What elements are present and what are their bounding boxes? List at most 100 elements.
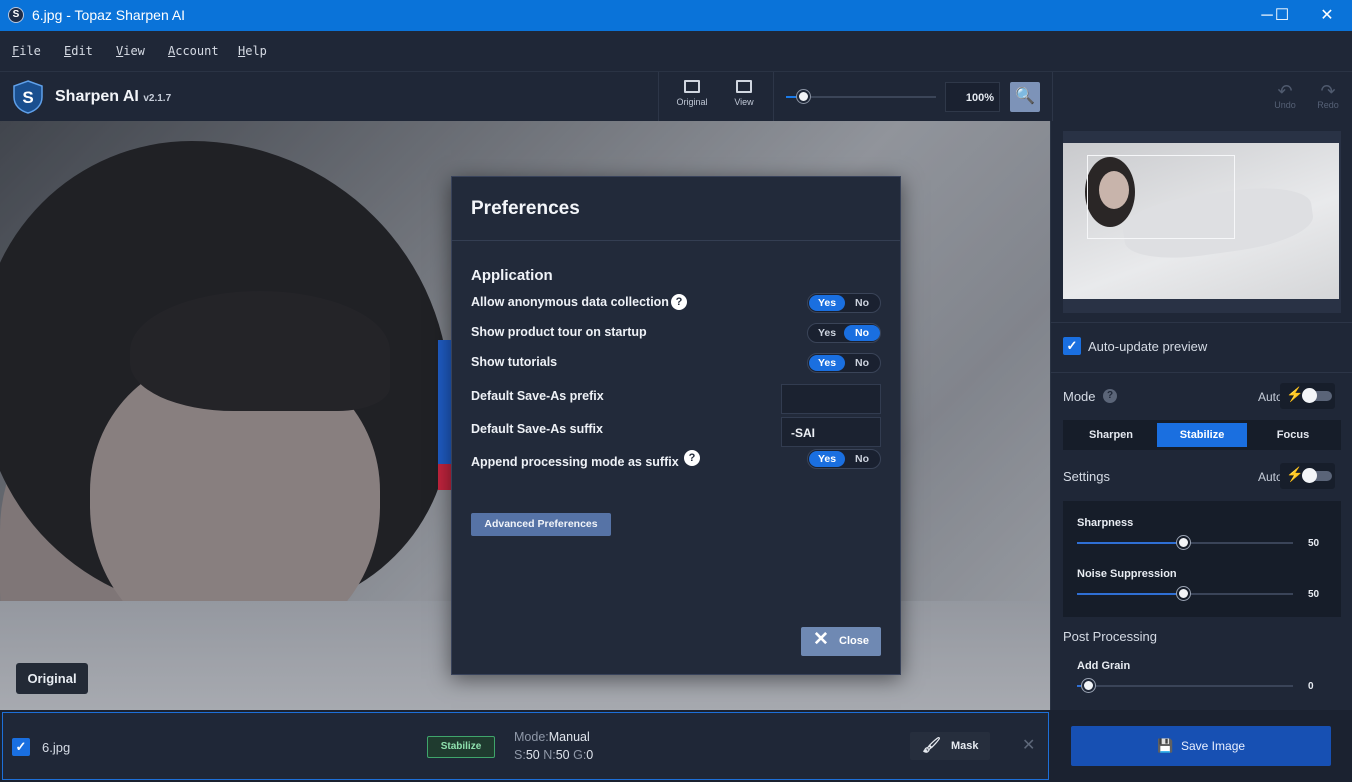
original-toggle-button[interactable]: Original — [16, 663, 88, 694]
save-as-prefix-label: Default Save-As prefix — [471, 389, 604, 403]
save-icon: 💾 — [1157, 738, 1174, 753]
svg-text:S: S — [22, 88, 33, 107]
lightning-icon: ⚡ — [1286, 466, 1304, 482]
advanced-preferences-button[interactable]: Advanced Preferences — [471, 513, 611, 536]
sharpness-label: Sharpness — [1077, 517, 1134, 529]
toolbar-divider — [773, 72, 774, 122]
menu-file[interactable]: File — [12, 44, 41, 58]
mode-auto-switch[interactable]: ⚡ — [1280, 383, 1335, 409]
settings-auto-label: Auto — [1258, 470, 1283, 484]
grain-slider-knob[interactable] — [1082, 679, 1095, 692]
noise-slider-knob[interactable] — [1177, 587, 1190, 600]
settings-auto-switch[interactable]: ⚡ — [1280, 463, 1335, 489]
menu-edit[interactable]: Edit — [64, 44, 93, 58]
mode-badge: Stabilize — [427, 736, 495, 758]
dialog-divider — [452, 240, 900, 241]
redo-icon: ↷ — [1320, 81, 1336, 101]
save-image-label: Save Image — [1181, 739, 1246, 753]
help-icon[interactable]: ? — [684, 450, 700, 466]
redo-button[interactable]: ↷ Redo — [1313, 82, 1343, 110]
batch-bar: ✓ 6.jpg Stabilize Mode:Manual S:50 N:50 … — [0, 710, 1352, 782]
help-icon[interactable]: ? — [1103, 389, 1117, 403]
file-name: 6.jpg — [42, 740, 71, 755]
redo-label: Redo — [1317, 100, 1339, 110]
file-row[interactable]: ✓ 6.jpg Stabilize Mode:Manual S:50 N:50 … — [2, 712, 1049, 780]
sharpness-slider-fill — [1077, 542, 1185, 544]
toggle-no[interactable]: No — [844, 355, 880, 371]
remove-file-icon[interactable]: ✕ — [1022, 735, 1035, 755]
original-view-label: Original — [676, 97, 708, 107]
anon-data-label: Allow anonymous data collection — [471, 295, 669, 309]
lightning-icon: ⚡ — [1286, 386, 1304, 402]
maximize-button[interactable]: ☐ — [1259, 0, 1305, 31]
navigator-thumbnail[interactable] — [1063, 143, 1339, 299]
sharpen-ai-logo-icon: S — [13, 80, 43, 114]
append-mode-toggle[interactable]: Yes No — [807, 449, 881, 469]
menu-view[interactable]: View — [116, 44, 145, 58]
g-key: G: — [573, 748, 587, 762]
toggle-no[interactable]: No — [844, 295, 880, 311]
tab-focus[interactable]: Focus — [1248, 423, 1338, 447]
mode-value: Manual — [548, 730, 590, 744]
save-as-suffix-label: Default Save-As suffix — [471, 422, 603, 436]
tutorials-toggle[interactable]: Yes No — [807, 353, 881, 373]
auto-update-checkbox[interactable]: ✓ — [1063, 337, 1081, 355]
undo-icon: ↶ — [1277, 81, 1293, 101]
tutorials-label: Show tutorials — [471, 355, 558, 369]
help-icon[interactable]: ? — [671, 294, 687, 310]
menu-account[interactable]: Account — [168, 44, 219, 58]
file-checkbox[interactable]: ✓ — [12, 738, 30, 756]
original-view-button[interactable]: Original — [669, 80, 715, 107]
g-value: 0 — [586, 748, 594, 762]
grain-slider-fill — [1077, 685, 1081, 687]
title-bar: S 6.jpg - Topaz Sharpen AI ─ ☐ ✕ — [0, 0, 1352, 31]
toggle-no[interactable]: No — [844, 451, 880, 467]
noise-slider-fill — [1077, 593, 1185, 595]
toggle-yes[interactable]: Yes — [809, 451, 845, 467]
close-window-button[interactable]: ✕ — [1304, 0, 1350, 31]
tab-sharpen[interactable]: Sharpen — [1066, 423, 1156, 447]
mask-button[interactable]: 🖌 Mask — [910, 732, 990, 760]
settings-label: Settings — [1063, 469, 1110, 484]
settings-summary: S:50 N:50 G:0 — [514, 748, 593, 762]
brush-icon: 🖌 — [922, 737, 942, 754]
zoom-in-icon[interactable]: 🔍 — [1010, 82, 1040, 112]
app-brand: Sharpen AI v2.1.7 — [55, 88, 171, 106]
brand-name: Sharpen AI — [55, 88, 139, 105]
image-icon — [684, 80, 700, 93]
undo-button[interactable]: ↶ Undo — [1270, 82, 1300, 110]
mask-label: Mask — [951, 740, 979, 752]
product-tour-toggle[interactable]: Yes No — [807, 323, 881, 343]
s-value: 50 — [525, 748, 540, 762]
zoom-level-field[interactable]: 100% — [945, 82, 1000, 112]
toggle-no[interactable]: No — [844, 325, 880, 341]
toggle-yes[interactable]: Yes — [809, 325, 845, 341]
toggle-yes[interactable]: Yes — [809, 295, 845, 311]
sharpness-slider-knob[interactable] — [1177, 536, 1190, 549]
view-mode-label: View — [734, 97, 754, 107]
grain-slider-track[interactable] — [1077, 685, 1293, 687]
undo-label: Undo — [1274, 100, 1296, 110]
toggle-yes[interactable]: Yes — [809, 355, 845, 371]
view-mode-button[interactable]: View — [721, 80, 767, 107]
viewport-rectangle[interactable] — [1087, 155, 1235, 239]
save-image-button[interactable]: 💾 Save Image — [1071, 726, 1331, 766]
tab-stabilize[interactable]: Stabilize — [1157, 423, 1247, 447]
save-as-prefix-input[interactable] — [781, 384, 881, 414]
app-version: v2.1.7 — [143, 93, 172, 104]
menu-help[interactable]: Help — [238, 44, 267, 58]
sharpness-value: 50 — [1308, 538, 1320, 549]
section-heading-application: Application — [471, 267, 553, 284]
save-as-suffix-input[interactable]: -SAI — [781, 417, 881, 447]
mode-label: Mode — [1063, 389, 1096, 404]
s-key: S: — [514, 748, 526, 762]
close-dialog-button[interactable]: ✕ Close — [801, 627, 881, 656]
toolbar-divider — [658, 72, 659, 122]
app-icon: S — [8, 7, 24, 23]
n-value: 50 — [555, 748, 570, 762]
settings-sliders: Sharpness 50 Noise Suppression 50 — [1063, 501, 1341, 617]
toolbar-divider — [1052, 72, 1053, 122]
zoom-slider-knob[interactable] — [797, 90, 810, 103]
anon-data-toggle[interactable]: Yes No — [807, 293, 881, 313]
preferences-dialog: Preferences Application Allow anonymous … — [451, 176, 901, 675]
